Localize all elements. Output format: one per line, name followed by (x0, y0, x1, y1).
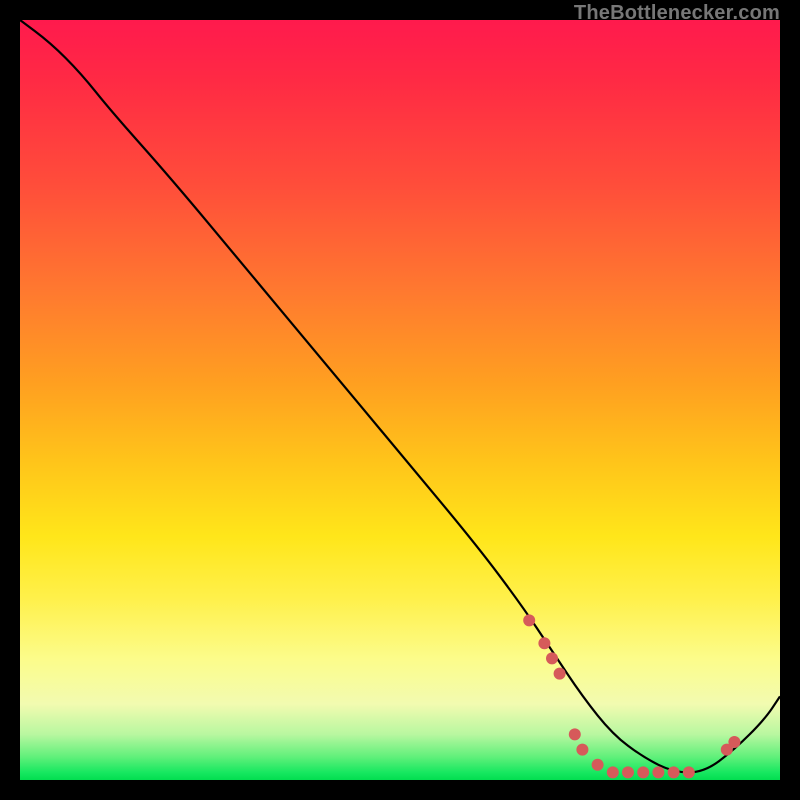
chart-svg (20, 20, 780, 780)
chart-container: TheBottlenecker.com (0, 0, 800, 800)
highlight-dot (637, 766, 649, 778)
highlight-dot (576, 744, 588, 756)
highlight-dot (546, 652, 558, 664)
highlight-dot (538, 637, 550, 649)
highlight-dot (592, 759, 604, 771)
highlight-dot (523, 614, 535, 626)
highlight-dot (622, 766, 634, 778)
highlight-dot (668, 766, 680, 778)
highlight-dots (523, 614, 740, 778)
highlight-dot (554, 668, 566, 680)
highlight-dot (652, 766, 664, 778)
bottleneck-curve (20, 20, 780, 772)
plot-area (20, 20, 780, 780)
highlight-dot (569, 728, 581, 740)
highlight-dot (728, 736, 740, 748)
highlight-dot (683, 766, 695, 778)
highlight-dot (607, 766, 619, 778)
